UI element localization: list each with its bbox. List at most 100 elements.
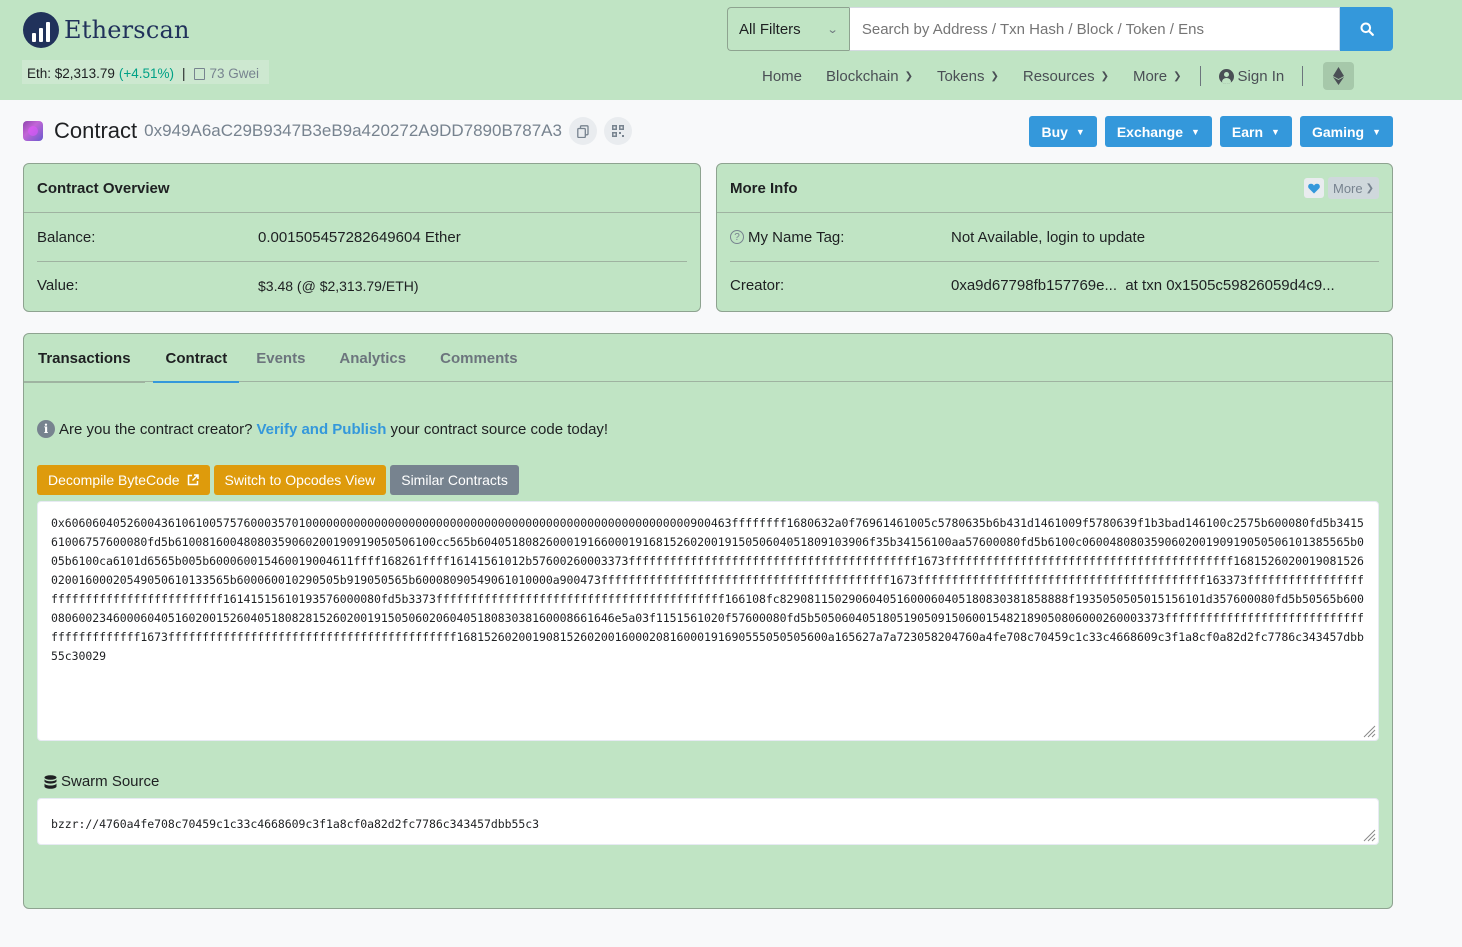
gaming-button[interactable]: Gaming ▼	[1299, 116, 1393, 147]
nav-more[interactable]: More ❯	[1121, 68, 1194, 85]
balance-value: 0.001505457282649604 Ether	[258, 228, 461, 246]
sign-in-label: Sign In	[1237, 67, 1285, 85]
nav-home-label: Home	[762, 67, 803, 85]
verify-notice: i Are you the contract creator? Verify a…	[37, 420, 608, 438]
swarm-source-textarea[interactable]: bzzr://4760a4fe708c70459c1c33c4668609c3f…	[37, 798, 1379, 845]
decompile-bytecode-button[interactable]: Decompile ByteCode	[37, 465, 210, 495]
brand-name: Etherscan	[64, 16, 190, 44]
chevron-down-icon: ▼	[1372, 126, 1381, 137]
search-filter-select[interactable]: All Filters ⌄	[727, 7, 849, 51]
more-info-card: More Info More ❯ ? My Name Tag: Not Availa…	[716, 163, 1393, 312]
ethereum-icon	[1333, 67, 1345, 85]
more-info-header: More Info More ❯	[717, 164, 1392, 213]
copy-icon	[577, 124, 589, 138]
bytecode-text: 0x60606040526004361061005757600035701000…	[51, 516, 1364, 663]
balance-label: Balance:	[37, 228, 96, 246]
exchange-label: Exchange	[1116, 123, 1183, 140]
nav-tokens[interactable]: Tokens ❯	[925, 68, 1011, 85]
qr-code-icon	[611, 125, 624, 137]
verify-publish-link[interactable]: Verify and Publish	[256, 421, 386, 438]
switch-opcodes-button[interactable]: Switch to Opcodes View	[213, 465, 387, 495]
chevron-down-icon: ❯	[1173, 70, 1182, 82]
name-tag-row: ? My Name Tag: Not Available, login to up…	[730, 213, 1379, 261]
help-circle-icon[interactable]: ?	[730, 230, 744, 244]
network-switch-button[interactable]	[1323, 62, 1355, 90]
tab-transactions[interactable]: Transactions	[24, 334, 145, 383]
gas-price[interactable]: 73 Gwei	[210, 66, 260, 81]
nav-resources[interactable]: Resources ❯	[1011, 68, 1121, 85]
copy-address-button[interactable]	[568, 117, 597, 145]
eth-price-change: (+4.51%)	[118, 66, 174, 81]
creator-label: Creator:	[730, 277, 785, 294]
creator-txn-link[interactable]: 0x1505c59826059d4c9...	[1166, 277, 1334, 294]
name-tag-label-wrap: ? My Name Tag:	[730, 229, 951, 246]
tab-contract[interactable]: Contract	[152, 334, 240, 383]
eth-price-value[interactable]: $2,313.79	[55, 66, 115, 81]
chevron-down-icon: ❯	[904, 70, 913, 82]
nav-more-label: More	[1132, 67, 1168, 85]
nav-tokens-label: Tokens	[936, 67, 985, 85]
ticker-separator: |	[182, 66, 186, 81]
favorite-button[interactable]	[1303, 178, 1324, 198]
buy-label: Buy	[1041, 123, 1068, 140]
chevron-down-icon: ❯	[990, 70, 999, 82]
more-info-title: More Info	[730, 179, 798, 197]
notice-prefix: Are you the contract creator?	[59, 420, 253, 438]
name-tag-value[interactable]: Not Available, login to update	[951, 229, 1145, 246]
contract-overview-title: Contract Overview	[24, 164, 700, 213]
bytecode-textarea[interactable]: 0x60606040526004361061005757600035701000…	[37, 501, 1379, 741]
resize-handle-icon[interactable]	[1362, 724, 1376, 738]
search-bar: All Filters ⌄	[727, 7, 1394, 51]
bytecode-actions: Decompile ByteCode Switch to Opcodes Vie…	[37, 465, 519, 495]
eth-price-ticker: Eth: $2,313.79 (+4.51%) | 73 Gwei	[22, 60, 270, 84]
swarm-source-heading: Swarm Source	[44, 773, 159, 790]
nav-blockchain-label: Blockchain	[826, 67, 899, 85]
more-dropdown-label: More	[1332, 180, 1363, 196]
balance-row: Balance: 0.001505457282649604 Ether	[37, 213, 687, 261]
gas-pump-icon	[193, 67, 205, 80]
name-tag-label: My Name Tag:	[748, 228, 845, 246]
external-link-icon	[187, 474, 199, 486]
nav-home[interactable]: Home	[750, 68, 814, 85]
earn-label: Earn	[1231, 123, 1264, 140]
creator-txn-prefix: at txn	[1125, 277, 1163, 294]
contract-overview-card: Contract Overview Balance: 0.00150545728…	[23, 163, 701, 312]
swarm-source-label: Swarm Source	[61, 773, 160, 790]
nav-blockchain[interactable]: Blockchain ❯	[814, 68, 925, 85]
decompile-label: Decompile ByteCode	[48, 472, 180, 488]
database-icon	[44, 774, 57, 789]
value-label: Value:	[37, 277, 79, 294]
contract-address: 0x949A6aC29B9347B3eB9a420272A9DD7890B787…	[144, 121, 562, 140]
search-input[interactable]	[848, 7, 1341, 51]
creator-row: Creator: 0xa9d67798fb157769e... at txn 0…	[730, 261, 1379, 309]
resize-handle-icon[interactable]	[1362, 828, 1376, 842]
tab-analytics[interactable]: Analytics	[322, 334, 423, 382]
similar-contracts-button[interactable]: Similar Contracts	[390, 465, 519, 495]
search-icon	[1360, 22, 1374, 36]
chevron-down-icon: ❯	[1100, 70, 1109, 82]
nav-resources-label: Resources	[1022, 67, 1095, 85]
qr-code-button[interactable]	[603, 117, 632, 145]
user-circle-icon	[1218, 68, 1234, 84]
value-value: $3.48 (@ $2,313.79/ETH)	[258, 277, 419, 294]
chevron-down-icon: ▼	[1075, 126, 1085, 137]
exchange-button[interactable]: Exchange ▼	[1104, 116, 1212, 147]
contract-identicon	[23, 121, 43, 141]
tab-comments[interactable]: Comments	[423, 334, 535, 382]
sign-in-link[interactable]: Sign In	[1207, 68, 1297, 85]
chevron-down-icon: ▼	[1190, 126, 1200, 137]
eth-price-label: Eth:	[27, 66, 52, 81]
search-filter-value: All Filters	[739, 20, 801, 38]
search-button[interactable]	[1340, 7, 1394, 51]
more-dropdown-button[interactable]: More ❯	[1327, 177, 1379, 199]
nav-divider	[1199, 66, 1201, 86]
info-circle-icon: i	[37, 420, 55, 438]
creator-address-link[interactable]: 0xa9d67798fb157769e...	[951, 277, 1117, 294]
page-title-row: Contract 0x949A6aC29B9347B3eB9a420272A9D…	[23, 115, 632, 147]
action-buttons: Buy ▼ Exchange ▼ Earn ▼ Gaming ▼	[1029, 116, 1393, 147]
earn-button[interactable]: Earn ▼	[1219, 116, 1292, 147]
buy-button[interactable]: Buy ▼	[1029, 116, 1097, 147]
nav-divider	[1302, 66, 1304, 86]
etherscan-logo[interactable]: Etherscan	[23, 12, 190, 48]
tab-events[interactable]: Events	[239, 334, 322, 382]
